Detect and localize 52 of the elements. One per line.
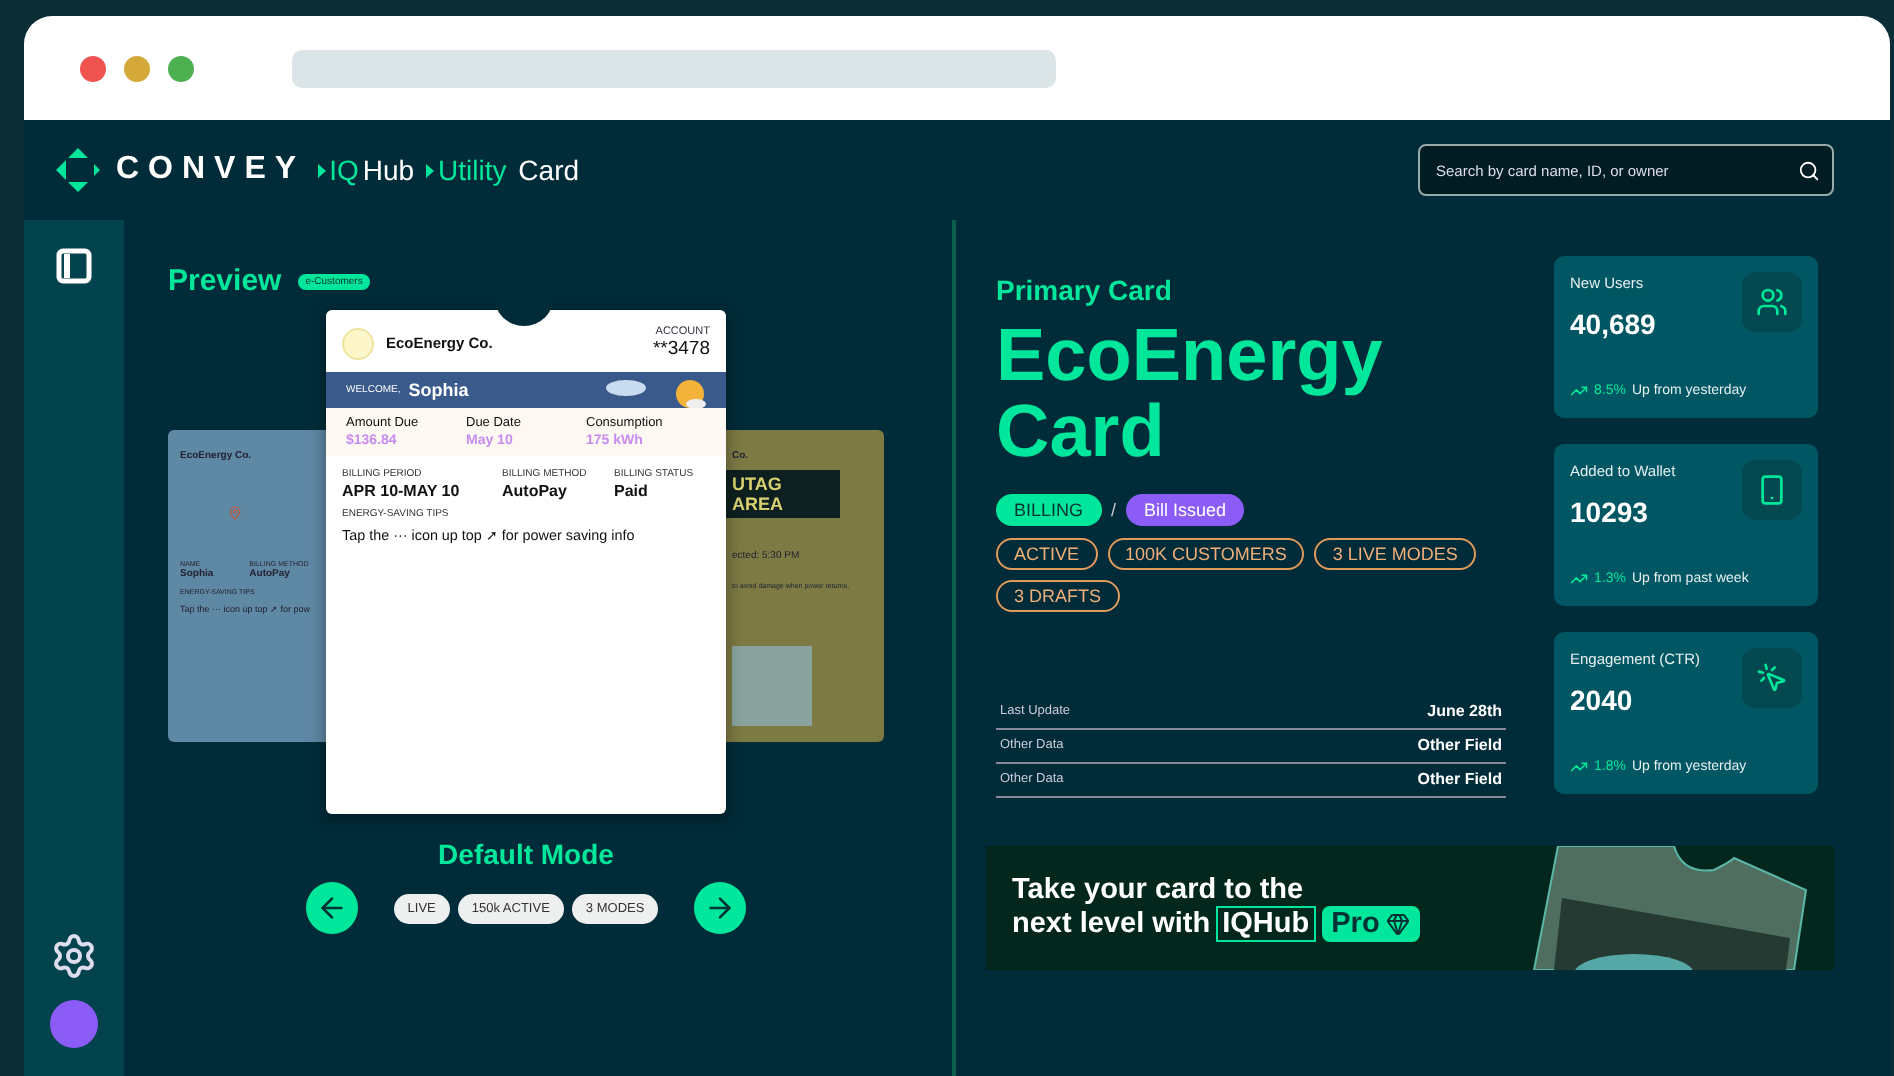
left-arrow-icon xyxy=(315,892,348,924)
billing-value: Paid xyxy=(614,482,650,500)
close-dot[interactable] xyxy=(80,55,106,81)
category-pill: BILLING xyxy=(996,494,1102,526)
billing-value: APR 10-MAY 10 xyxy=(342,482,462,500)
tag: ACTIVE xyxy=(996,538,1098,570)
caret-icon xyxy=(317,163,326,177)
phone-icon xyxy=(1756,474,1788,506)
breadcrumb-text: Hub xyxy=(362,154,415,186)
settings-icon[interactable] xyxy=(50,932,98,980)
search-icon xyxy=(1798,159,1820,181)
trend-up-icon xyxy=(1570,382,1588,400)
separator: / xyxy=(1111,500,1117,520)
previous-button[interactable] xyxy=(305,882,358,934)
sun-logo-icon xyxy=(342,327,374,359)
minimize-dot[interactable] xyxy=(124,55,150,81)
billing-value: AutoPay xyxy=(502,482,569,500)
status-pill: Bill Issued xyxy=(1126,494,1245,526)
diamond-icon xyxy=(1385,912,1410,936)
panel-icon[interactable] xyxy=(56,248,92,284)
stat-value: 10293 xyxy=(1570,496,1650,528)
breadcrumb-text: Card xyxy=(516,154,580,186)
tag: 3 DRAFTS xyxy=(996,580,1120,612)
maximize-dot[interactable] xyxy=(168,55,194,81)
cursor-click-icon xyxy=(1756,662,1788,694)
card-eyebrow: Primary Card xyxy=(996,274,1174,306)
next-button[interactable] xyxy=(694,882,747,934)
tag: 3 LIVE MODES xyxy=(1314,538,1476,570)
breadcrumb-text: Utility xyxy=(438,154,507,186)
avatar[interactable] xyxy=(50,1000,98,1048)
caret-icon xyxy=(426,163,435,177)
promo-text: Take your card to the next level with IQHub Pro xyxy=(1012,874,1420,942)
trend-up-icon xyxy=(1570,758,1588,776)
tag: 100K CUSTOMERS xyxy=(1107,538,1305,570)
breadcrumb-text: IQ xyxy=(329,154,359,186)
pin-icon xyxy=(228,506,242,520)
preview-title: Preview xyxy=(168,264,282,298)
card-title: EcoEnergy Card xyxy=(996,318,1385,470)
account-number: **3478 xyxy=(652,338,710,360)
customer-name: Sophia xyxy=(408,380,469,400)
stat-value: 40,689 xyxy=(1570,308,1658,340)
row-value: Other Field xyxy=(1417,736,1502,754)
logo-icon xyxy=(56,148,100,192)
stat-value: 2040 xyxy=(1570,684,1635,716)
trend-up-icon xyxy=(1570,570,1588,588)
row-value: June 28th xyxy=(1427,702,1502,720)
mode-title: Default Mode xyxy=(436,838,616,870)
row-value: Other Field xyxy=(1417,770,1502,788)
promo-banner[interactable]: Take your card to the next level with IQHub Pro xyxy=(986,846,1834,970)
users-icon xyxy=(1756,286,1788,318)
image-placeholder xyxy=(732,646,812,726)
logo-text: CONVEY xyxy=(116,152,306,188)
